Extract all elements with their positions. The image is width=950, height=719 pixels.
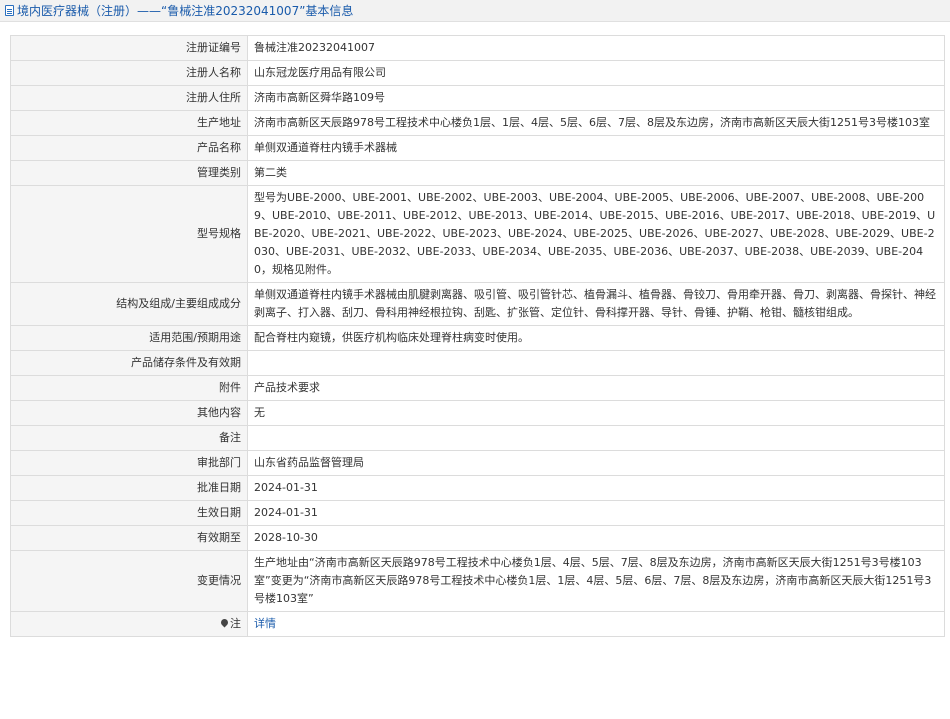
row-label: 适用范围/预期用途 <box>10 325 248 351</box>
row-value: 济南市高新区天辰路978号工程技术中心楼负1层、1层、4层、5层、6层、7层、8… <box>247 110 945 136</box>
row-label: 型号规格 <box>10 185 248 283</box>
row-value <box>247 350 945 376</box>
table-row: 附件 产品技术要求 <box>10 375 945 401</box>
row-label: 注册证编号 <box>10 35 248 61</box>
page-header: 境内医疗器械（注册）——“鲁械注准20232041007”基本信息 <box>0 0 950 22</box>
row-label: 变更情况 <box>10 550 248 612</box>
table-row: 变更情况 生产地址由“济南市高新区天辰路978号工程技术中心楼负1层、4层、5层、… <box>10 550 945 612</box>
row-label: 注册人住所 <box>10 85 248 111</box>
table-row: 注册人住所 济南市高新区舜华路109号 <box>10 85 945 111</box>
table-row: 生产地址 济南市高新区天辰路978号工程技术中心楼负1层、1层、4层、5层、6层、… <box>10 110 945 136</box>
row-value: 山东省药品监督管理局 <box>247 450 945 476</box>
row-value: 单侧双通道脊柱内镜手术器械由肌腱剥离器、吸引管、吸引管针芯、植骨漏斗、植骨器、骨… <box>247 282 945 326</box>
detail-table: 注册证编号 鲁械注准20232041007 注册人名称 山东冠龙医疗用品有限公司 注册人… <box>10 35 945 637</box>
table-row: 审批部门 山东省药品监督管理局 <box>10 450 945 476</box>
row-value: 型号为UBE-2000、UBE-2001、UBE-2002、UBE-2003、U… <box>247 185 945 283</box>
row-value: 无 <box>247 400 945 426</box>
table-row: 生效日期 2024-01-31 <box>10 500 945 526</box>
row-label: 其他内容 <box>10 400 248 426</box>
row-value: 生产地址由“济南市高新区天辰路978号工程技术中心楼负1层、4层、5层、7层、8… <box>247 550 945 612</box>
row-value: 配合脊柱内窥镜，供医疗机构临床处理脊柱病变时使用。 <box>247 325 945 351</box>
row-value: 产品技术要求 <box>247 375 945 401</box>
page-title: 境内医疗器械（注册）——“鲁械注准20232041007”基本信息 <box>17 4 354 18</box>
row-value: 济南市高新区舜华路109号 <box>247 85 945 111</box>
row-value: 山东冠龙医疗用品有限公司 <box>247 60 945 86</box>
row-label: 结构及组成/主要组成成分 <box>10 282 248 326</box>
table-row: 注册人名称 山东冠龙医疗用品有限公司 <box>10 60 945 86</box>
row-label: 批准日期 <box>10 475 248 501</box>
table-row: 适用范围/预期用途 配合脊柱内窥镜，供医疗机构临床处理脊柱病变时使用。 <box>10 325 945 351</box>
row-value: 鲁械注准20232041007 <box>247 35 945 61</box>
details-link[interactable]: 详情 <box>254 617 276 630</box>
row-value <box>247 425 945 451</box>
row-label: 审批部门 <box>10 450 248 476</box>
table-row: 型号规格 型号为UBE-2000、UBE-2001、UBE-2002、UBE-20… <box>10 185 945 283</box>
table-row: 产品名称 单侧双通道脊柱内镜手术器械 <box>10 135 945 161</box>
row-label: 附件 <box>10 375 248 401</box>
row-label: 产品储存条件及有效期 <box>10 350 248 376</box>
table-row: 注册证编号 鲁械注准20232041007 <box>10 35 945 61</box>
row-value: 2024-01-31 <box>247 500 945 526</box>
row-label: 生效日期 <box>10 500 248 526</box>
row-value: 第二类 <box>247 160 945 186</box>
table-row: 批准日期 2024-01-31 <box>10 475 945 501</box>
row-label: 注册人名称 <box>10 60 248 86</box>
note-row: 注 详情 <box>10 611 945 637</box>
table-row: 备注 <box>10 425 945 451</box>
table-row: 其他内容无 <box>10 400 945 426</box>
row-label: 有效期至 <box>10 525 248 551</box>
row-label: 生产地址 <box>10 110 248 136</box>
document-icon <box>5 5 14 16</box>
row-value: 2024-01-31 <box>247 475 945 501</box>
table-row: 结构及组成/主要组成成分 单侧双通道脊柱内镜手术器械由肌腱剥离器、吸引管、吸引管针… <box>10 282 945 326</box>
row-label-note: 注 <box>10 611 248 637</box>
table-row: 产品储存条件及有效期 <box>10 350 945 376</box>
row-value: 2028-10-30 <box>247 525 945 551</box>
row-label: 管理类别 <box>10 160 248 186</box>
row-value-note: 详情 <box>247 611 945 637</box>
pin-icon <box>219 617 230 628</box>
row-value: 单侧双通道脊柱内镜手术器械 <box>247 135 945 161</box>
row-label: 产品名称 <box>10 135 248 161</box>
row-label: 备注 <box>10 425 248 451</box>
table-row: 有效期至 2028-10-30 <box>10 525 945 551</box>
table-row: 管理类别 第二类 <box>10 160 945 186</box>
